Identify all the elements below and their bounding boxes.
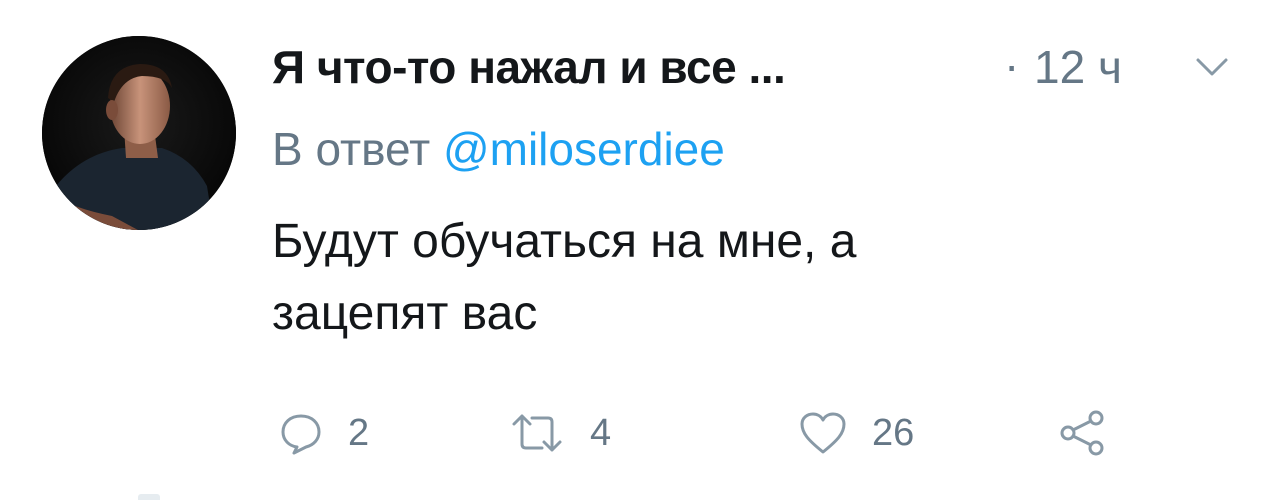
retweet-icon bbox=[508, 410, 566, 456]
tweet[interactable]: Я что-то нажал и все ... · 12 ч В ответ … bbox=[0, 0, 1280, 500]
reply-icon bbox=[278, 410, 324, 456]
like-button[interactable]: 26 bbox=[798, 398, 914, 468]
retweet-button[interactable]: 4 bbox=[508, 398, 611, 468]
tweet-text-line: Будут обучаться на мне, а bbox=[272, 215, 857, 268]
author-name[interactable]: Я что-то нажал и все ... bbox=[272, 40, 786, 94]
chevron-down-icon[interactable] bbox=[1194, 54, 1230, 82]
retweet-count: 4 bbox=[590, 411, 612, 454]
avatar[interactable] bbox=[42, 36, 236, 230]
reply-mention-link[interactable]: @miloserdiee bbox=[443, 123, 725, 175]
tweet-header: Я что-то нажал и все ... · 12 ч bbox=[272, 32, 1252, 102]
share-icon bbox=[1058, 408, 1108, 458]
like-count: 26 bbox=[872, 411, 915, 454]
next-tweet-avatar-edge bbox=[138, 494, 160, 500]
share-button[interactable] bbox=[1058, 398, 1108, 468]
tweet-text: Будут обучаться на мне, а зацепят вас bbox=[272, 206, 1172, 350]
heart-icon bbox=[798, 410, 848, 456]
tweet-timestamp[interactable]: 12 ч bbox=[1034, 40, 1122, 94]
separator-dot: · bbox=[1004, 39, 1020, 91]
reply-context: В ответ @miloserdiee bbox=[272, 122, 725, 176]
tweet-text-line: зацепят вас bbox=[272, 287, 538, 340]
reply-prefix: В ответ bbox=[272, 123, 431, 175]
avatar-photo bbox=[42, 36, 236, 230]
reply-button[interactable]: 2 bbox=[278, 398, 369, 468]
reply-count: 2 bbox=[348, 411, 370, 454]
tweet-actions: 2 4 26 bbox=[272, 398, 1152, 468]
